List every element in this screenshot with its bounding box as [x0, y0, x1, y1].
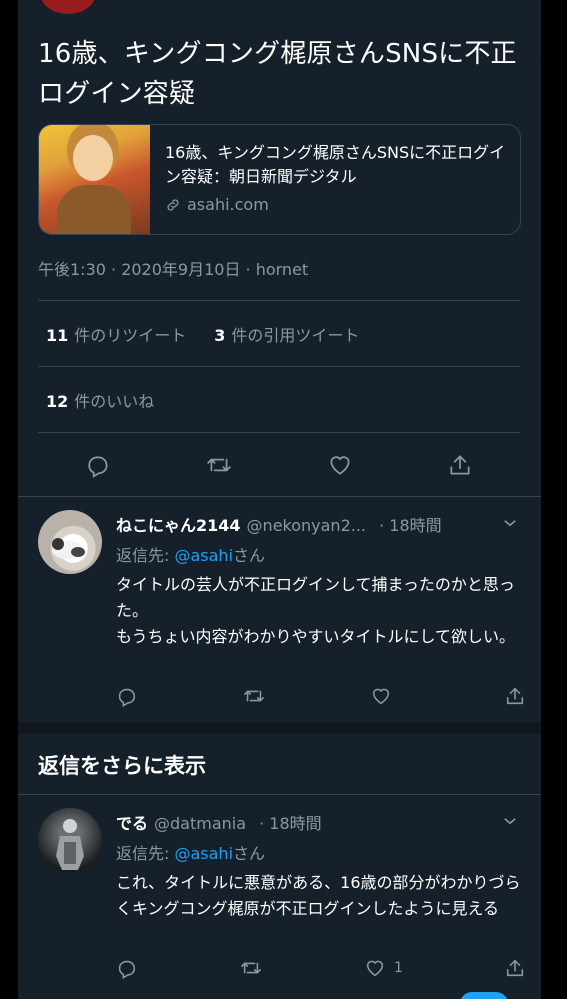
retweet-icon[interactable]	[242, 685, 266, 707]
retweet-icon[interactable]	[239, 957, 263, 979]
reply-time[interactable]: · 18時間	[259, 814, 322, 833]
reply-to: 返信先: @asahiさん	[116, 840, 265, 864]
card-thumbnail	[39, 125, 150, 234]
link-icon	[165, 197, 181, 213]
reply-icon[interactable]	[85, 452, 111, 478]
reply-to-suffix: さん	[233, 546, 266, 565]
reply-author-handle[interactable]: @datmania	[154, 814, 246, 833]
tweet-text: 16歳、キングコング梶原さんSNSに不正ログイン容疑	[38, 39, 517, 109]
retweet-icon[interactable]	[205, 452, 233, 478]
reply-to-suffix: さん	[233, 844, 266, 863]
reply-icon[interactable]	[116, 957, 138, 979]
likes-stat[interactable]: 12 件のいいね	[46, 388, 154, 412]
chevron-down-icon[interactable]	[501, 514, 519, 536]
card-domain: asahi.com	[165, 195, 269, 214]
avatar[interactable]	[38, 510, 102, 574]
share-icon[interactable]	[447, 452, 473, 478]
author-avatar[interactable]	[40, 0, 96, 14]
reply-tweet[interactable]: ねこにゃん2144 @nekonyan2... · 18時間 返信先: @asah…	[18, 506, 541, 722]
tweet-stats: 11 件のリツイート 3 件の引用ツイート	[46, 322, 359, 346]
share-icon[interactable]	[504, 685, 526, 707]
reply-author-name[interactable]: でる	[116, 814, 148, 833]
likes-count: 12	[46, 392, 69, 411]
retweets-stat[interactable]: 11 件のリツイート	[46, 322, 186, 346]
reply-to-handle[interactable]: @asahi	[174, 844, 233, 863]
like-button[interactable]	[370, 685, 400, 707]
quotes-label: 件の引用ツイート	[231, 326, 360, 345]
card-title: 16歳、キングコング梶原さんSNSに不正ログイン容疑：朝日新聞デジタル	[165, 143, 506, 186]
reply-to-handle[interactable]: @asahi	[174, 546, 233, 565]
divider	[18, 496, 541, 497]
reply-author-name[interactable]: ねこにゃん2144	[116, 516, 241, 535]
reply-icon[interactable]	[116, 685, 138, 707]
more-replies-heading[interactable]: 返信をさらに表示	[38, 750, 206, 780]
divider	[38, 366, 520, 367]
quotes-stat[interactable]: 3 件の引用ツイート	[214, 322, 359, 346]
like-icon[interactable]	[327, 452, 353, 478]
reply-text: これ、タイトルに悪意がある、16歳の部分がわかりづらくキングコング梶原が不正ログ…	[116, 873, 521, 918]
reply-to-prefix: 返信先:	[116, 546, 175, 565]
like-count: 1	[394, 960, 403, 976]
tweet-timestamp[interactable]: 午後1:30 · 2020年9月10日 · hornet	[38, 256, 308, 280]
reply-to-prefix: 返信先:	[116, 844, 175, 863]
link-card[interactable]: 16歳、キングコング梶原さんSNSに不正ログイン容疑：朝日新聞デジタル asah…	[38, 124, 521, 235]
like-icon	[370, 685, 392, 707]
reply-tweet[interactable]: でる @datmania · 18時間 返信先: @asahiさん これ、タイトル…	[18, 804, 541, 994]
share-icon[interactable]	[504, 957, 526, 979]
tweet-detail-view: 16歳、キングコング梶原さんSNSに不正ログイン容疑 16歳、キングコング梶原さ…	[18, 0, 541, 999]
reply-author-handle[interactable]: @nekonyan2...	[247, 516, 366, 535]
reply-actions: 1	[116, 956, 526, 980]
reply-header: ねこにゃん2144 @nekonyan2... · 18時間	[116, 512, 442, 536]
compose-button[interactable]	[460, 992, 508, 999]
card-domain-text: asahi.com	[187, 195, 269, 214]
likes-label: 件のいいね	[74, 392, 155, 411]
quotes-count: 3	[214, 326, 226, 345]
reply-text: タイトルの芸人が不正ログインして捕まったのかと思った。 もうちょい内容がわかりや…	[116, 575, 516, 646]
reply-actions	[116, 684, 526, 708]
reply-to: 返信先: @asahiさん	[116, 542, 265, 566]
reply-header: でる @datmania · 18時間	[116, 810, 322, 834]
avatar[interactable]	[38, 808, 102, 872]
retweets-count: 11	[46, 326, 69, 345]
reply-time[interactable]: · 18時間	[379, 516, 442, 535]
retweets-label: 件のリツイート	[74, 326, 187, 345]
divider	[38, 432, 520, 433]
divider	[38, 300, 520, 301]
tweet-actions	[38, 450, 520, 480]
section-gap	[18, 722, 541, 734]
like-icon	[364, 957, 386, 979]
like-button[interactable]: 1	[364, 957, 403, 979]
chevron-down-icon[interactable]	[501, 812, 519, 834]
divider	[18, 794, 541, 795]
